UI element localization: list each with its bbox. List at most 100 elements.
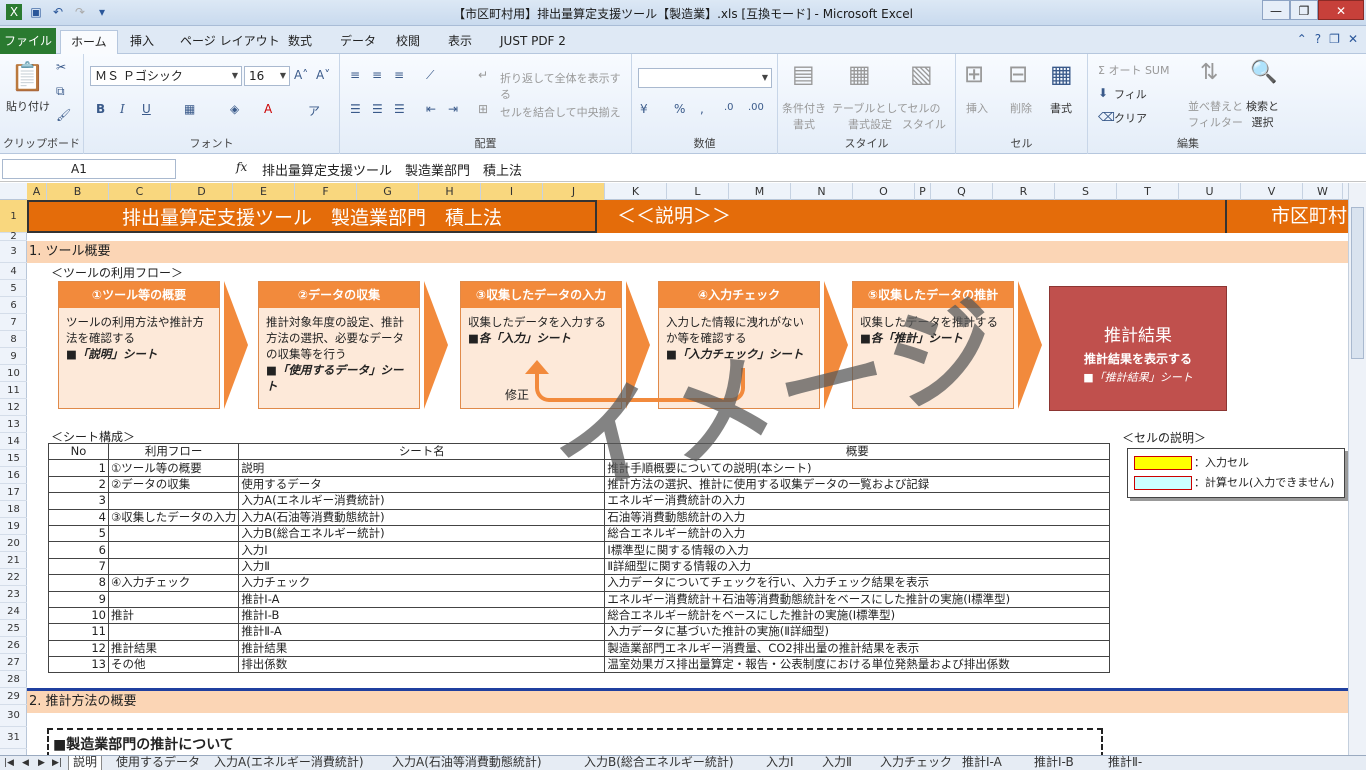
row-header[interactable]: 27 [0,654,27,671]
last-sheet-icon[interactable]: ▶| [52,756,62,770]
help-icon[interactable]: ? [1315,32,1321,46]
tab-file[interactable]: ファイル [0,28,56,54]
align-middle-icon[interactable]: ≡ [372,68,382,82]
table-cell-flow[interactable]: ④入力チェック [107,574,240,592]
merge-center-button[interactable]: セルを結合して中央揃え [500,104,621,120]
tab-formulas[interactable]: 数式 [278,30,322,52]
column-header[interactable]: G [357,183,419,200]
tab-home[interactable]: ホーム [60,30,118,54]
column-header[interactable]: D [171,183,233,200]
table-cell-flow[interactable] [107,557,240,576]
column-header[interactable]: F [295,183,357,200]
format-painter-icon[interactable]: 🖌 [56,108,71,122]
table-cell-desc[interactable]: Ⅱ詳細型に関する情報の入力 [604,557,1111,576]
table-cell-flow[interactable] [107,492,240,510]
bold-button[interactable]: B [96,102,105,116]
table-cell-desc[interactable]: 総合エネルギー統計をベースにした推計の実施(Ⅰ標準型) [604,606,1111,625]
shrink-font-icon[interactable]: A˅ [316,68,330,82]
table-cell-sheet[interactable]: 排出係数 [238,656,606,674]
column-header[interactable]: N [791,183,853,200]
column-header[interactable]: A [27,183,47,200]
save-icon[interactable]: ▣ [28,4,44,20]
table-cell-sheet[interactable]: 入力Ⅰ [238,541,606,559]
redo-icon[interactable]: ↷ [72,4,88,20]
table-cell-sheet[interactable]: 入力チェック [238,574,606,592]
column-header[interactable]: R [993,183,1055,200]
row-header[interactable]: 3 [0,241,27,263]
row-header[interactable]: 15 [0,450,27,467]
row-header[interactable]: 31 [0,727,27,749]
next-sheet-icon[interactable]: ▶ [38,756,45,770]
insert-cells-button[interactable]: 挿入 [966,100,988,116]
table-cell-no[interactable]: 6 [48,541,109,559]
sheet-tab[interactable]: 入力チェック [876,756,956,770]
scrollbar-thumb[interactable] [1351,207,1364,359]
increase-decimal-icon[interactable]: .0 [724,102,734,113]
decrease-decimal-icon[interactable]: .00 [748,102,764,113]
table-cell-no[interactable]: 4 [48,508,109,526]
tab-view[interactable]: 表示 [438,30,482,52]
sheet-tab[interactable]: 入力Ⅱ [818,756,856,770]
grow-font-icon[interactable]: A˄ [294,68,308,82]
column-header[interactable]: Q [931,183,993,200]
insert-function-icon[interactable]: fx [236,160,247,174]
cut-icon[interactable]: ✂ [56,60,66,74]
minimize-ribbon-icon[interactable]: ⌃ [1297,32,1307,46]
table-cell-flow[interactable] [107,541,240,559]
undo-icon[interactable]: ↶ [50,4,66,20]
clear-icon[interactable]: ⌫ [1098,110,1115,124]
table-cell-flow[interactable]: 推計結果 [107,639,240,658]
restore-workbook-icon[interactable]: ❐ [1329,32,1340,46]
italic-button[interactable]: I [120,102,125,116]
tab-insert[interactable]: 挿入 [120,30,164,52]
row-header[interactable]: 14 [0,433,27,450]
table-cell-desc[interactable]: 入力データについてチェックを行い、入力チェック結果を表示 [604,574,1111,592]
table-cell-desc[interactable]: 石油等消費動態統計の入力 [604,508,1111,526]
table-cell-flow[interactable]: その他 [107,656,240,674]
copy-icon[interactable]: ⧉ [56,84,65,99]
align-top-icon[interactable]: ≡ [350,68,360,82]
align-bottom-icon[interactable]: ≡ [394,68,404,82]
row-header[interactable]: 23 [0,586,27,603]
table-cell-desc[interactable]: 温室効果ガス排出量算定・報告・公表制度における単位発熱量および排出係数 [604,656,1111,674]
column-header[interactable]: C [109,183,171,200]
font-size-combo[interactable]: 16 ▼ [244,66,290,86]
tab-review[interactable]: 校閲 [386,30,430,52]
fill-icon[interactable]: ⬇ [1098,86,1108,100]
delete-cells-icon[interactable]: ⊟ [1008,60,1028,88]
row-header[interactable]: 18 [0,501,27,518]
table-cell-sheet[interactable]: 推計Ⅰ-B [238,606,606,625]
column-header[interactable]: E [233,183,295,200]
paste-button[interactable]: 貼り付け [6,98,50,114]
row-header[interactable]: 2 [0,232,27,242]
table-cell-desc[interactable]: エネルギー消費統計の入力 [604,492,1111,510]
column-header[interactable]: H [419,183,481,200]
table-cell-no[interactable]: 5 [48,524,109,543]
conditional-format-button[interactable]: 条件付き 書式 [782,100,826,132]
row-header[interactable]: 4 [0,263,27,280]
column-header[interactable]: M [729,183,791,200]
row-header[interactable]: 26 [0,637,27,654]
cell-style-button[interactable]: セルの スタイル [902,100,946,132]
table-cell-no[interactable]: 8 [48,574,109,592]
row-header[interactable]: 11 [0,382,27,399]
column-header[interactable]: J [543,183,605,200]
font-color-icon[interactable]: A [264,102,272,116]
insert-cells-icon[interactable]: ⊞ [964,60,984,88]
table-cell-flow[interactable] [107,590,240,608]
worksheet[interactable]: 排出量算定支援ツール 製造業部門 積上法 ＜＜説明＞＞ 市区町村 1. ツール概… [27,200,1348,755]
sort-filter-button[interactable]: 並べ替えと フィルター [1188,98,1243,130]
decrease-indent-icon[interactable]: ⇤ [426,102,436,116]
column-header[interactable]: U [1179,183,1241,200]
table-cell-no[interactable]: 7 [48,557,109,576]
table-cell-desc[interactable]: 総合エネルギー統計の入力 [604,524,1111,543]
column-header[interactable]: P [915,183,931,200]
row-header[interactable]: 9 [0,348,27,365]
row-header[interactable]: 5 [0,280,27,297]
wrap-text-icon[interactable]: ↵ [478,68,488,82]
column-header[interactable]: V [1241,183,1303,200]
table-cell-sheet[interactable]: 入力Ⅱ [238,557,606,576]
row-header[interactable]: 21 [0,552,27,569]
find-select-button[interactable]: 検索と 選択 [1246,98,1279,130]
find-select-icon[interactable]: 🔍 [1250,60,1277,85]
